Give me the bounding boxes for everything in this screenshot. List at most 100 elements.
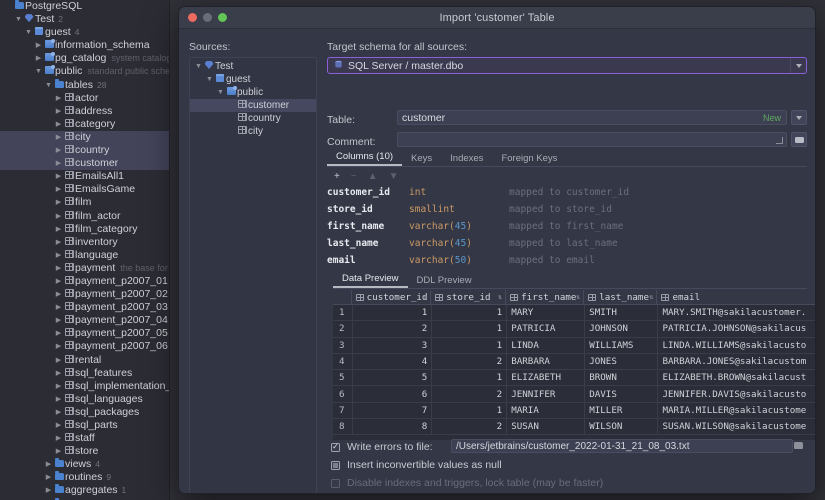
- cell-customer_id[interactable]: 8: [353, 419, 433, 435]
- chevron-right-icon[interactable]: ▶: [54, 419, 63, 432]
- cell-last_name[interactable]: DAVIS: [585, 386, 659, 402]
- source-tree-item[interactable]: · city: [190, 125, 316, 138]
- sidebar-tree-item[interactable]: ▶ sql_languages: [0, 393, 169, 406]
- sidebar-tree-item[interactable]: ▶ film_category: [0, 223, 169, 236]
- column-row[interactable]: first_name varchar(45) mapped to first_nam…: [327, 218, 807, 235]
- add-column-icon[interactable]: +: [334, 171, 340, 182]
- chevron-right-icon[interactable]: ▶: [54, 340, 63, 353]
- chevron-right-icon[interactable]: ▶: [54, 301, 63, 314]
- chevron-right-icon[interactable]: ▶: [34, 52, 43, 65]
- table-row[interactable]: 8 8 2 SUSAN WILSON SUSAN.WILSON@sakilacustome: [333, 419, 815, 436]
- sidebar-tree-item[interactable]: ▶ EmailsAll1: [0, 170, 169, 183]
- cell-email[interactable]: MARIA.MILLER@sakilacustome: [658, 403, 815, 418]
- chevron-right-icon[interactable]: ▶: [54, 92, 63, 105]
- cell-customer_id[interactable]: 6: [353, 386, 433, 402]
- column-row[interactable]: last_name varchar(45) mapped to last_name: [327, 235, 807, 252]
- sidebar-tree-item[interactable]: ▼ public standard public schema: [0, 65, 169, 78]
- tab-foreign-keys[interactable]: Foreign Keys: [492, 153, 566, 166]
- grid-header-store_id[interactable]: store_id ⇅: [431, 290, 507, 304]
- sidebar-tree-item[interactable]: ▶ sql_implementation_i: [0, 380, 169, 393]
- cell-store_id[interactable]: 1: [432, 402, 508, 419]
- cell-store_id[interactable]: 1: [432, 337, 508, 353]
- database-explorer-sidebar[interactable]: ·PostgreSQL▼Test2▼guest4▶information_sch…: [0, 0, 170, 500]
- tab-keys[interactable]: Keys: [402, 153, 441, 166]
- grid-header-customer_id[interactable]: customer_id ⇅: [352, 290, 432, 304]
- cell-store_id[interactable]: 2: [432, 353, 508, 370]
- chevron-right-icon[interactable]: ▶: [54, 354, 63, 367]
- cell-email[interactable]: MARY.SMITH@sakilacustomer.: [658, 305, 815, 320]
- cell-email[interactable]: SUSAN.WILSON@sakilacustome: [658, 419, 815, 434]
- cell-first_name[interactable]: JENNIFER: [507, 386, 586, 402]
- sidebar-tree-item[interactable]: ▶ payment_p2007_02: [0, 288, 169, 301]
- chevron-right-icon[interactable]: ▶: [54, 196, 63, 209]
- sidebar-tree-item[interactable]: ▼ tables 28: [0, 78, 169, 92]
- sources-tree[interactable]: ▼Test▼guest▼public·customer·country·city: [189, 57, 317, 493]
- chevron-down-icon[interactable]: ▼: [205, 73, 214, 86]
- cell-last_name[interactable]: SMITH: [585, 305, 659, 321]
- chevron-down-icon[interactable]: ▼: [14, 13, 23, 26]
- sort-icon[interactable]: ⇅: [576, 293, 580, 301]
- sidebar-tree-item[interactable]: ▶ customer: [0, 157, 169, 171]
- tab-data-preview[interactable]: Data Preview: [333, 273, 408, 288]
- sidebar-tree-item[interactable]: ▶ store: [0, 445, 169, 458]
- column-row[interactable]: customer_id int mapped to customer_id: [327, 184, 807, 201]
- write-errors-checkbox[interactable]: [331, 442, 340, 452]
- cell-email[interactable]: PATRICIA.JOHNSON@sakilacus: [658, 321, 815, 336]
- chevron-right-icon[interactable]: ▶: [54, 262, 63, 275]
- cell-first_name[interactable]: SUSAN: [507, 419, 586, 435]
- cell-store_id[interactable]: 2: [432, 419, 508, 435]
- chevron-down-icon[interactable]: ▼: [44, 79, 53, 92]
- column-tabs[interactable]: Columns (10) Keys Indexes Foreign Keys: [327, 151, 807, 167]
- chevron-right-icon[interactable]: ▶: [54, 170, 63, 183]
- grid-header-first_name[interactable]: first_name ⇅: [506, 290, 585, 304]
- cell-first_name[interactable]: MARIA: [507, 402, 586, 419]
- table-dropdown-button[interactable]: [791, 110, 807, 125]
- chevron-right-icon[interactable]: ▶: [44, 471, 53, 484]
- sidebar-tree-item[interactable]: ▶ routines 9: [0, 471, 169, 484]
- dialog-titlebar[interactable]: Import 'customer' Table: [179, 7, 815, 29]
- remove-column-icon[interactable]: −: [351, 171, 357, 182]
- chevron-right-icon[interactable]: ▶: [54, 380, 63, 393]
- chevron-down-icon[interactable]: [790, 58, 806, 73]
- table-row[interactable]: 3 3 1 LINDA WILLIAMS LINDA.WILLIAMS@sakilacus…: [333, 337, 815, 354]
- chevron-right-icon[interactable]: ▶: [54, 144, 63, 157]
- sidebar-tree-item[interactable]: ▶ aggregates 1: [0, 484, 169, 497]
- sidebar-tree-item[interactable]: ▶ city: [0, 130, 169, 145]
- chevron-right-icon[interactable]: ▶: [54, 249, 63, 262]
- chevron-down-icon[interactable]: ▼: [216, 86, 225, 99]
- chevron-right-icon[interactable]: ▶: [54, 275, 63, 288]
- comment-editor-button[interactable]: [791, 132, 807, 147]
- table-row[interactable]: 6 6 2 JENNIFER DAVIS JENNIFER.DAVIS@sakilacus…: [333, 386, 815, 403]
- cell-first_name[interactable]: MARY: [507, 305, 586, 321]
- chevron-right-icon[interactable]: ▶: [54, 367, 63, 380]
- chevron-right-icon[interactable]: ▶: [54, 288, 63, 301]
- column-row[interactable]: email varchar(50) mapped to email: [327, 252, 807, 269]
- cell-last_name[interactable]: JOHNSON: [585, 321, 659, 337]
- cell-customer_id[interactable]: 4: [353, 353, 433, 370]
- comment-input[interactable]: [397, 132, 787, 147]
- sidebar-tree-item[interactable]: ▶ rental: [0, 354, 169, 367]
- chevron-right-icon[interactable]: ▶: [54, 314, 63, 327]
- cell-store_id[interactable]: 1: [432, 305, 508, 321]
- cell-store_id[interactable]: 1: [432, 321, 508, 337]
- cell-last_name[interactable]: WILSON: [585, 419, 659, 435]
- cell-customer_id[interactable]: 5: [353, 370, 433, 386]
- columns-list[interactable]: customer_id int mapped to customer_id store…: [327, 184, 807, 269]
- chevron-right-icon[interactable]: ▶: [34, 39, 43, 52]
- chevron-right-icon[interactable]: ▶: [54, 445, 63, 458]
- cell-email[interactable]: JENNIFER.DAVIS@sakilacusto: [658, 386, 815, 401]
- source-tree-item[interactable]: ▼ guest: [190, 73, 316, 86]
- browse-file-button[interactable]: [791, 438, 805, 452]
- source-tree-item[interactable]: · customer: [190, 99, 316, 112]
- cell-customer_id[interactable]: 1: [353, 305, 433, 321]
- sidebar-tree-item[interactable]: ▶ inventory: [0, 236, 169, 249]
- table-name-input[interactable]: customer New: [397, 110, 787, 125]
- cell-email[interactable]: BARBARA.JONES@sakilacustom: [658, 354, 815, 369]
- source-tree-item[interactable]: ▼ Test: [190, 60, 316, 73]
- cell-first_name[interactable]: ELIZABETH: [507, 370, 586, 386]
- chevron-right-icon[interactable]: ▶: [44, 458, 53, 471]
- sidebar-tree-item[interactable]: ▶ payment the base for p: [0, 262, 169, 275]
- cell-last_name[interactable]: BROWN: [585, 370, 659, 386]
- sidebar-tree-item[interactable]: ▶ film_actor: [0, 210, 169, 223]
- table-row[interactable]: 7 7 1 MARIA MILLER MARIA.MILLER@sakilacustome: [333, 402, 815, 420]
